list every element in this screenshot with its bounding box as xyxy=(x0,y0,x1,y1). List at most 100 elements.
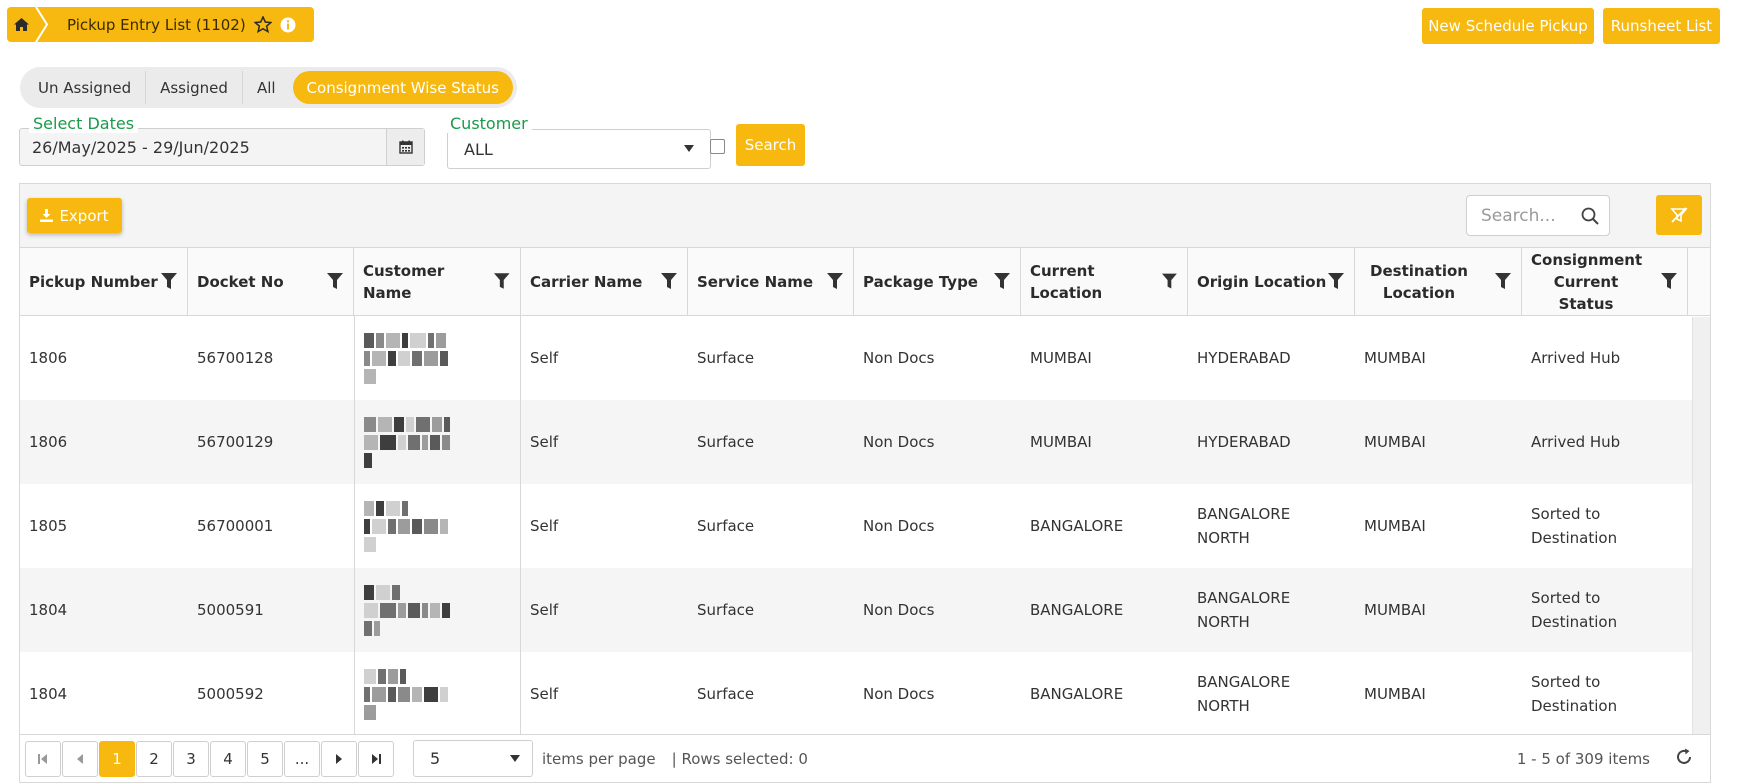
column-header-consignment-current-status[interactable]: Consignment Current Status xyxy=(1522,248,1688,315)
cell-current-location: MUMBAI xyxy=(1030,433,1092,451)
breadcrumb-current: Pickup Entry List (1102) xyxy=(49,7,314,42)
cell-consignment-current-status: Sorted to Destination xyxy=(1531,505,1618,547)
grid-body: 1806 56700128 Self Surface Non Docs MUMBAI HYD… xyxy=(20,316,1710,736)
filter-icon[interactable] xyxy=(161,273,177,290)
new-schedule-pickup-button[interactable]: New Schedule Pickup xyxy=(1422,8,1594,44)
tab-consignment-wise-status[interactable]: Consignment Wise Status xyxy=(292,71,513,104)
cell-destination-location: MUMBAI xyxy=(1364,517,1426,535)
grid-search-input[interactable]: Search... xyxy=(1466,195,1610,236)
tab-assigned[interactable]: Assigned xyxy=(146,71,243,104)
cell-package-type: Non Docs xyxy=(863,685,935,703)
home-button[interactable] xyxy=(7,7,35,42)
first-page-button[interactable] xyxy=(25,740,61,777)
home-icon xyxy=(13,18,29,31)
cell-service-name: Surface xyxy=(697,433,755,451)
page-button[interactable]: ... xyxy=(284,740,320,777)
clear-filter-icon xyxy=(1670,207,1688,223)
redacted-text xyxy=(364,668,448,720)
cell-package-type: Non Docs xyxy=(863,517,935,535)
cell-docket-no: 56700129 xyxy=(197,433,274,451)
tab-un-assigned[interactable]: Un Assigned xyxy=(24,71,147,104)
next-page-button[interactable] xyxy=(321,740,357,777)
calendar-button[interactable] xyxy=(386,129,424,165)
column-header-package-type[interactable]: Package Type xyxy=(854,248,1021,315)
items-per-page-select[interactable]: 5 xyxy=(413,740,533,777)
column-header-pickup-number[interactable]: Pickup Number xyxy=(20,248,188,315)
cell-origin-location: HYDERABAD xyxy=(1197,349,1291,367)
column-header-service-name[interactable]: Service Name xyxy=(688,248,854,315)
filter-icon[interactable] xyxy=(1328,273,1344,290)
customer-checkbox[interactable] xyxy=(710,139,725,154)
column-header-current-location[interactable]: Current Location xyxy=(1021,248,1188,315)
filter-icon[interactable] xyxy=(494,273,510,290)
pager: 1 2 3 4 5... 5 items per page | Rows selecte… xyxy=(20,734,1710,782)
cell-docket-no: 56700128 xyxy=(197,349,274,367)
clear-filters-button[interactable] xyxy=(1656,195,1702,235)
filter-icon[interactable] xyxy=(994,273,1010,290)
customer-select[interactable]: ALL xyxy=(447,129,711,169)
vertical-scrollbar[interactable] xyxy=(1692,317,1710,737)
filter-icon[interactable] xyxy=(327,273,343,290)
cell-carrier-name: Self xyxy=(530,601,559,619)
customer-label: Customer xyxy=(446,114,532,133)
page-button[interactable]: 3 xyxy=(173,740,209,777)
table-row[interactable]: 1805 56700001 Self Surface Non Docs BANGALORE… xyxy=(20,484,1710,568)
refresh-button[interactable] xyxy=(1674,747,1694,771)
table-row[interactable]: 1804 5000591 Self Surface Non Docs BANGALORE B… xyxy=(20,568,1710,652)
date-range-field[interactable]: 26/May/2025 - 29/Jun/2025 xyxy=(19,128,425,166)
last-page-button[interactable] xyxy=(358,740,394,777)
filter-icon[interactable] xyxy=(1661,273,1677,290)
column-header-destination-location[interactable]: Destination Location xyxy=(1355,248,1522,315)
export-button[interactable]: Export xyxy=(27,198,122,233)
cell-current-location: BANGALORE xyxy=(1030,517,1124,535)
cell-pickup-number: 1806 xyxy=(29,433,68,451)
column-header-docket-no[interactable]: Docket No xyxy=(188,248,354,315)
cell-docket-no: 56700001 xyxy=(197,517,274,535)
filter-icon[interactable] xyxy=(827,273,843,290)
page-button[interactable]: 2 xyxy=(136,740,172,777)
page-button[interactable]: 5 xyxy=(247,740,283,777)
cell-pickup-number: 1805 xyxy=(29,517,68,535)
page-button[interactable]: 4 xyxy=(210,740,246,777)
table-row[interactable]: 1806 56700128 Self Surface Non Docs MUMBAI HYD… xyxy=(20,316,1710,400)
cell-current-location: BANGALORE xyxy=(1030,685,1124,703)
cell-origin-location: BANGALORE NORTH xyxy=(1197,589,1291,631)
column-header-label: Docket No xyxy=(197,272,284,291)
cell-service-name: Surface xyxy=(697,685,755,703)
search-button[interactable]: Search xyxy=(736,124,805,166)
column-header-label: Package Type xyxy=(863,272,978,291)
refresh-icon xyxy=(1677,748,1691,764)
column-header-carrier-name[interactable]: Carrier Name xyxy=(521,248,688,315)
table-row[interactable]: 1804 5000592 Self Surface Non Docs BANGALORE B… xyxy=(20,652,1710,736)
cell-customer-name-redacted xyxy=(354,652,521,736)
next-page-icon xyxy=(336,753,342,764)
caret-down-icon xyxy=(684,145,694,152)
tab-all[interactable]: All xyxy=(243,71,290,104)
star-icon[interactable] xyxy=(253,16,272,33)
redacted-text xyxy=(364,416,450,468)
column-header-origin-location[interactable]: Origin Location xyxy=(1188,248,1355,315)
filter-icon[interactable] xyxy=(661,273,677,290)
redacted-text xyxy=(364,584,450,636)
date-range-input[interactable]: 26/May/2025 - 29/Jun/2025 xyxy=(20,129,386,165)
page-button[interactable]: 1 xyxy=(99,740,135,777)
cell-pickup-number: 1806 xyxy=(29,349,68,367)
page-number-list: 1 2 3 4 5... xyxy=(98,740,320,777)
info-icon[interactable] xyxy=(280,17,296,33)
first-page-icon xyxy=(38,753,47,764)
grid-search-placeholder: Search... xyxy=(1481,205,1556,226)
last-page-icon xyxy=(372,753,381,764)
items-per-page-value: 5 xyxy=(430,749,441,768)
prev-page-button[interactable] xyxy=(62,740,98,777)
column-header-customer-name[interactable]: Customer Name xyxy=(354,248,521,315)
cell-service-name: Surface xyxy=(697,601,755,619)
cell-package-type: Non Docs xyxy=(863,601,935,619)
filter-icon[interactable] xyxy=(1162,273,1177,290)
table-row[interactable]: 1806 56700129 Self Surface Non Docs MUMBAI HYD… xyxy=(20,400,1710,484)
runsheet-list-button[interactable]: Runsheet List xyxy=(1603,8,1720,44)
caret-down-icon xyxy=(510,754,520,762)
cell-carrier-name: Self xyxy=(530,685,559,703)
cell-customer-name-redacted xyxy=(354,400,521,484)
filter-icon[interactable] xyxy=(1495,273,1511,290)
column-header-label: Destination Location xyxy=(1370,261,1468,302)
